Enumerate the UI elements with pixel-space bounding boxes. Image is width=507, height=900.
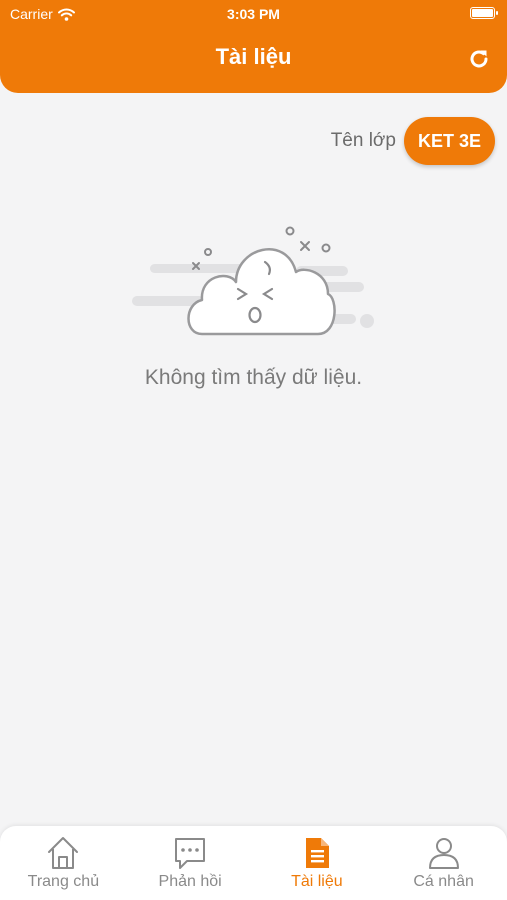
battery-icon [470, 7, 498, 19]
chat-icon [175, 838, 206, 869]
clock: 3:03 PM [227, 6, 280, 22]
class-selector: Tên lớp KET 3E [331, 117, 495, 165]
person-icon [428, 838, 459, 869]
tab-label-home: Trang chủ [27, 873, 100, 890]
tab-documents[interactable]: Tài liệu [254, 826, 381, 900]
class-label: Tên lớp [330, 130, 396, 151]
tab-label-documents: Tài liệu [291, 873, 343, 890]
app-header: Carrier 3:03 PM Tài liệu [0, 0, 507, 93]
tab-home[interactable]: Trang chủ [0, 826, 127, 900]
empty-state-message: Không tìm thấy dữ liệu. [144, 366, 363, 389]
home-icon [48, 837, 79, 869]
page-title: Tài liệu [215, 44, 292, 69]
tab-profile[interactable]: Cá nhân [380, 826, 507, 900]
refresh-icon[interactable] [467, 47, 491, 71]
tab-label-feedback: Phản hồi [158, 873, 222, 890]
sad-cloud-icon [132, 226, 374, 336]
tab-label-profile: Cá nhân [413, 873, 474, 890]
class-picker-button[interactable]: KET 3E [403, 117, 495, 165]
document-icon [305, 838, 329, 868]
status-bar: Carrier 3:03 PM [0, 0, 507, 28]
bottom-tab-bar: Trang chủ Phản hồi Tài liệu Cá nhân [0, 826, 507, 900]
tab-feedback[interactable]: Phản hồi [127, 826, 254, 900]
